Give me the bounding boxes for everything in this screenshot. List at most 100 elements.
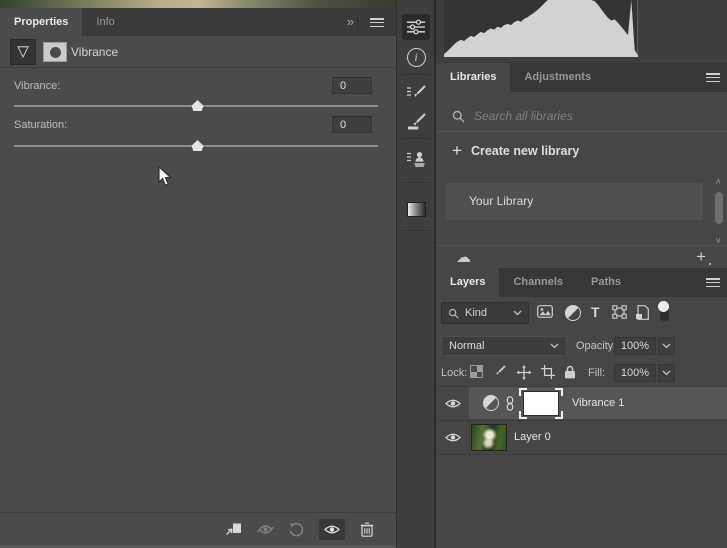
vibrance-slider[interactable] — [14, 99, 378, 111]
tab-info[interactable]: Info — [82, 8, 128, 36]
library-item-label: Your Library — [469, 194, 534, 208]
row-highlight — [469, 421, 727, 453]
divider — [436, 454, 727, 455]
gradient-icon — [406, 201, 426, 217]
create-new-library-button[interactable]: + Create new library — [452, 142, 580, 159]
layer-name[interactable]: Vibrance 1 — [572, 397, 624, 409]
fill-value[interactable]: 100% — [614, 364, 656, 382]
view-previous-state-icon[interactable] — [257, 523, 274, 536]
tab-adjustments[interactable]: Adjustments — [510, 63, 605, 92]
panel-dock: i — [396, 0, 435, 548]
fill-chevron-button[interactable] — [658, 364, 675, 382]
lock-transparent-pixels-icon[interactable] — [470, 365, 483, 378]
fill-label: Fill: — [588, 367, 606, 379]
filter-adjustment-layers-icon[interactable] — [565, 305, 581, 321]
layer-row-vibrance[interactable]: Vibrance 1 — [436, 386, 727, 419]
lock-all-icon[interactable] — [564, 365, 576, 379]
saturation-slider-thumb[interactable] — [191, 140, 204, 151]
filter-smart-objects-icon[interactable] — [636, 305, 649, 320]
clip-to-layer-icon[interactable] — [225, 522, 242, 536]
lock-row: Lock: Fill: 100% — [436, 359, 727, 387]
layer-row-layer0[interactable]: Layer 0 — [436, 420, 727, 453]
vibrance-value-input[interactable] — [332, 77, 372, 94]
filter-shape-layers-icon[interactable] — [612, 305, 627, 319]
search-icon — [452, 110, 465, 123]
tab-channels[interactable]: Channels — [499, 268, 577, 297]
chevron-down-icon — [662, 370, 671, 376]
selection-corner — [519, 388, 527, 396]
toggle-visibility-button[interactable] — [319, 518, 345, 540]
visibility-eye-icon[interactable] — [445, 398, 461, 409]
visibility-eye-icon[interactable] — [445, 432, 461, 443]
dock-properties-icon[interactable] — [402, 14, 430, 40]
library-search-input[interactable] — [474, 105, 704, 127]
lock-artboard-icon[interactable] — [541, 365, 555, 379]
saturation-slider[interactable] — [14, 139, 378, 151]
scroll-up-icon[interactable]: ∧ — [715, 176, 722, 187]
layer-image-thumbnail[interactable] — [471, 424, 507, 451]
lock-position-icon[interactable] — [516, 365, 532, 380]
checkerboard-icon — [470, 365, 483, 378]
cloud-sync-icon[interactable]: ☁ — [456, 248, 471, 266]
add-library-element-icon[interactable]: + — [696, 247, 711, 267]
divider — [357, 17, 358, 28]
mouse-cursor — [158, 166, 173, 187]
tab-paths[interactable]: Paths — [577, 268, 635, 297]
search-icon — [448, 308, 459, 319]
saturation-value-input[interactable] — [332, 116, 372, 133]
histogram-zone — [436, 0, 727, 63]
document-image-sliver — [0, 0, 396, 8]
adjustment-title: Vibrance — [71, 45, 119, 59]
filter-pixel-layers-icon[interactable] — [537, 305, 553, 318]
lock-label: Lock: — [441, 367, 468, 379]
divider — [401, 182, 431, 183]
library-list-item[interactable]: Your Library — [445, 183, 703, 220]
tab-properties[interactable]: Properties — [0, 8, 83, 36]
adjustment-layer-thumbnail[interactable] — [483, 395, 499, 411]
vibrance-slider-thumb[interactable] — [191, 100, 204, 111]
properties-panel: Properties Info » ▽ Vibrance Vibrance: S… — [0, 0, 396, 548]
tab-layers[interactable]: Layers — [436, 268, 500, 297]
filter-type-layers-icon[interactable]: T — [591, 305, 600, 319]
blend-mode-dropdown[interactable]: Normal — [441, 336, 567, 356]
lock-image-pixels-icon[interactable] — [493, 365, 506, 378]
layer-filter-toggle[interactable] — [658, 301, 670, 322]
layer-name[interactable]: Layer 0 — [514, 431, 551, 443]
selection-corner — [555, 388, 563, 396]
scrollbar-thumb[interactable] — [715, 192, 723, 224]
dock-clone-source-icon[interactable] — [402, 146, 430, 172]
adjustment-header: ▽ Vibrance — [0, 36, 396, 68]
mask-link-icon[interactable] — [506, 396, 514, 411]
vibrance-adjustment-icon[interactable]: ▽ — [10, 39, 36, 65]
plus-dot — [708, 262, 711, 265]
libraries-menu-icon[interactable] — [706, 73, 720, 82]
dock-brush-settings-icon[interactable] — [402, 80, 430, 106]
properties-tabbar: Properties Info » — [0, 8, 396, 36]
blend-row: Normal Opacity: 100% — [436, 333, 727, 359]
layer-mask-chip[interactable] — [43, 42, 67, 62]
selection-corner — [519, 411, 527, 419]
vibrance-label: Vibrance: — [14, 80, 61, 92]
library-search-row — [436, 100, 727, 132]
create-new-library-label: Create new library — [470, 144, 580, 158]
chevron-down-icon — [662, 343, 671, 349]
mask-dot — [50, 47, 61, 58]
dock-gradients-icon[interactable] — [402, 196, 430, 222]
reset-adjustment-icon[interactable] — [289, 522, 304, 537]
selection-corner — [555, 411, 563, 419]
saturation-label: Saturation: — [14, 119, 68, 131]
panel-menu-icon[interactable] — [370, 18, 384, 27]
opacity-value[interactable]: 100% — [614, 337, 656, 355]
collapse-panel-icon[interactable]: » — [347, 14, 354, 29]
divider — [401, 74, 431, 75]
delete-adjustment-icon[interactable] — [360, 522, 374, 537]
layers-menu-icon[interactable] — [706, 278, 720, 287]
opacity-chevron-button[interactable] — [658, 337, 675, 355]
chevron-down-icon — [550, 343, 559, 349]
layer-filter-kind-dropdown[interactable]: Kind — [441, 302, 529, 324]
tab-libraries[interactable]: Libraries — [436, 63, 511, 92]
layer-mask-thumbnail[interactable] — [519, 388, 563, 419]
libraries-scrollbar[interactable]: ∧ ∨ — [712, 176, 726, 246]
dock-info-icon[interactable]: i — [402, 44, 430, 70]
dock-brushes-icon[interactable] — [402, 108, 430, 134]
